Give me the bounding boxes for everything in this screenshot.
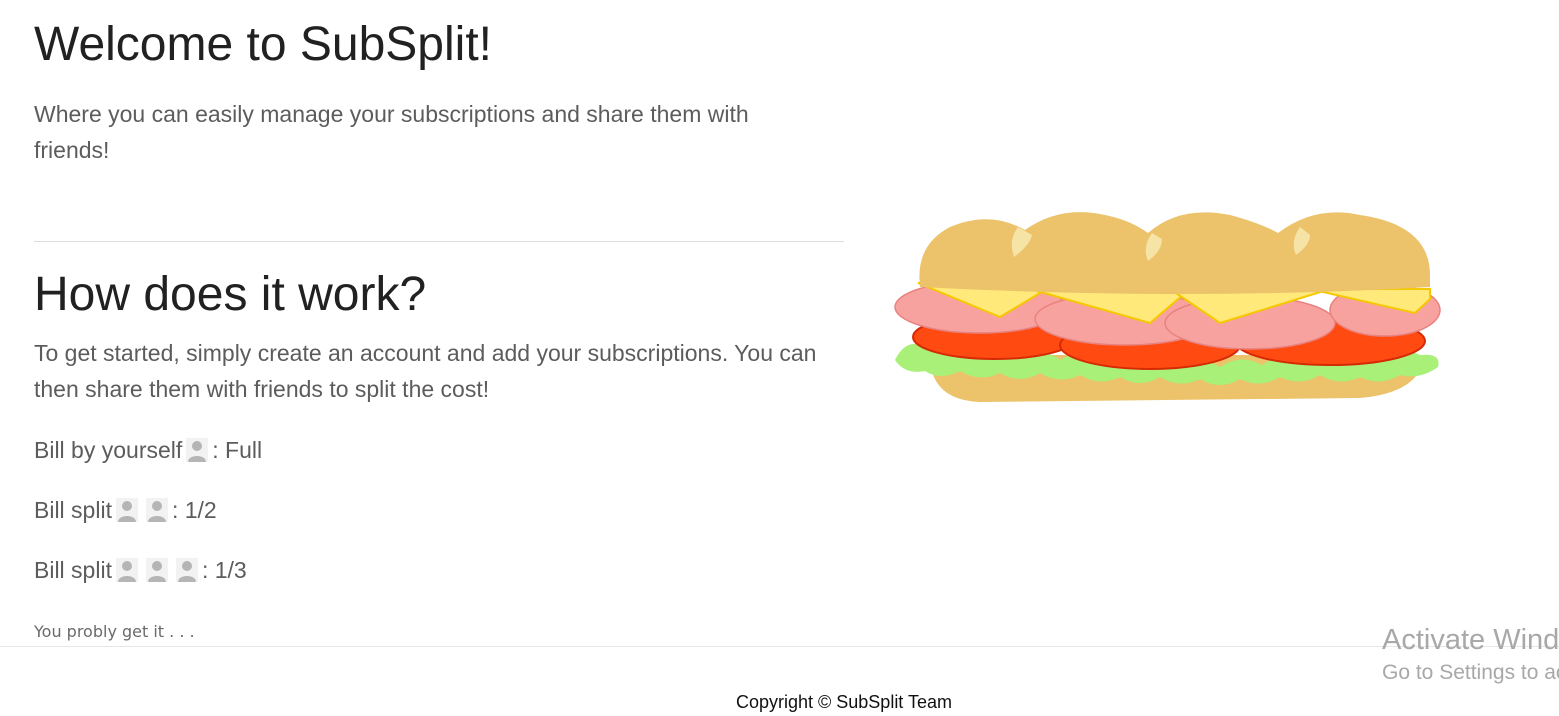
sandwich-icon [894, 212, 1441, 402]
sandwich-illustration [890, 205, 1450, 415]
outro-text: You probly get it . . . [34, 622, 195, 641]
bill-row-solo: Bill by yourself : Full [34, 435, 262, 465]
person-icon [145, 498, 168, 522]
page: Welcome to SubSplit! Where you can easil… [0, 0, 1559, 716]
bill-row-third: Bill split : 1/3 [34, 555, 247, 585]
bill-row-label: Bill split [34, 557, 112, 583]
how-it-works-heading: How does it work? [34, 268, 427, 321]
person-icon [175, 558, 198, 582]
person-icon [115, 558, 138, 582]
footer-copyright: Copyright © SubSplit Team [735, 692, 953, 712]
page-title: Welcome to SubSplit! [34, 18, 492, 71]
watermark-line-1: Activate Windows [1382, 624, 1559, 656]
bill-row-half: Bill split : 1/2 [34, 495, 217, 525]
person-icon [186, 438, 209, 462]
bill-row-value: : Full [212, 437, 263, 463]
watermark-line-2: Go to Settings to activate Windows. [1382, 661, 1559, 684]
bill-row-value: : 1/2 [171, 497, 217, 523]
person-icon [115, 498, 138, 522]
activate-windows-watermark: Activate Windows Go to Settings to activ… [1382, 622, 1559, 688]
bill-row-value: : 1/3 [201, 557, 247, 583]
person-icon [145, 558, 168, 582]
bill-row-label: Bill by yourself [34, 437, 183, 463]
how-it-works-intro: To get started, simply create an account… [34, 340, 817, 402]
section-divider [34, 241, 844, 242]
tagline: Where you can easily manage your subscri… [34, 101, 749, 163]
bill-row-label: Bill split [34, 497, 112, 523]
footer-divider [0, 646, 1559, 647]
